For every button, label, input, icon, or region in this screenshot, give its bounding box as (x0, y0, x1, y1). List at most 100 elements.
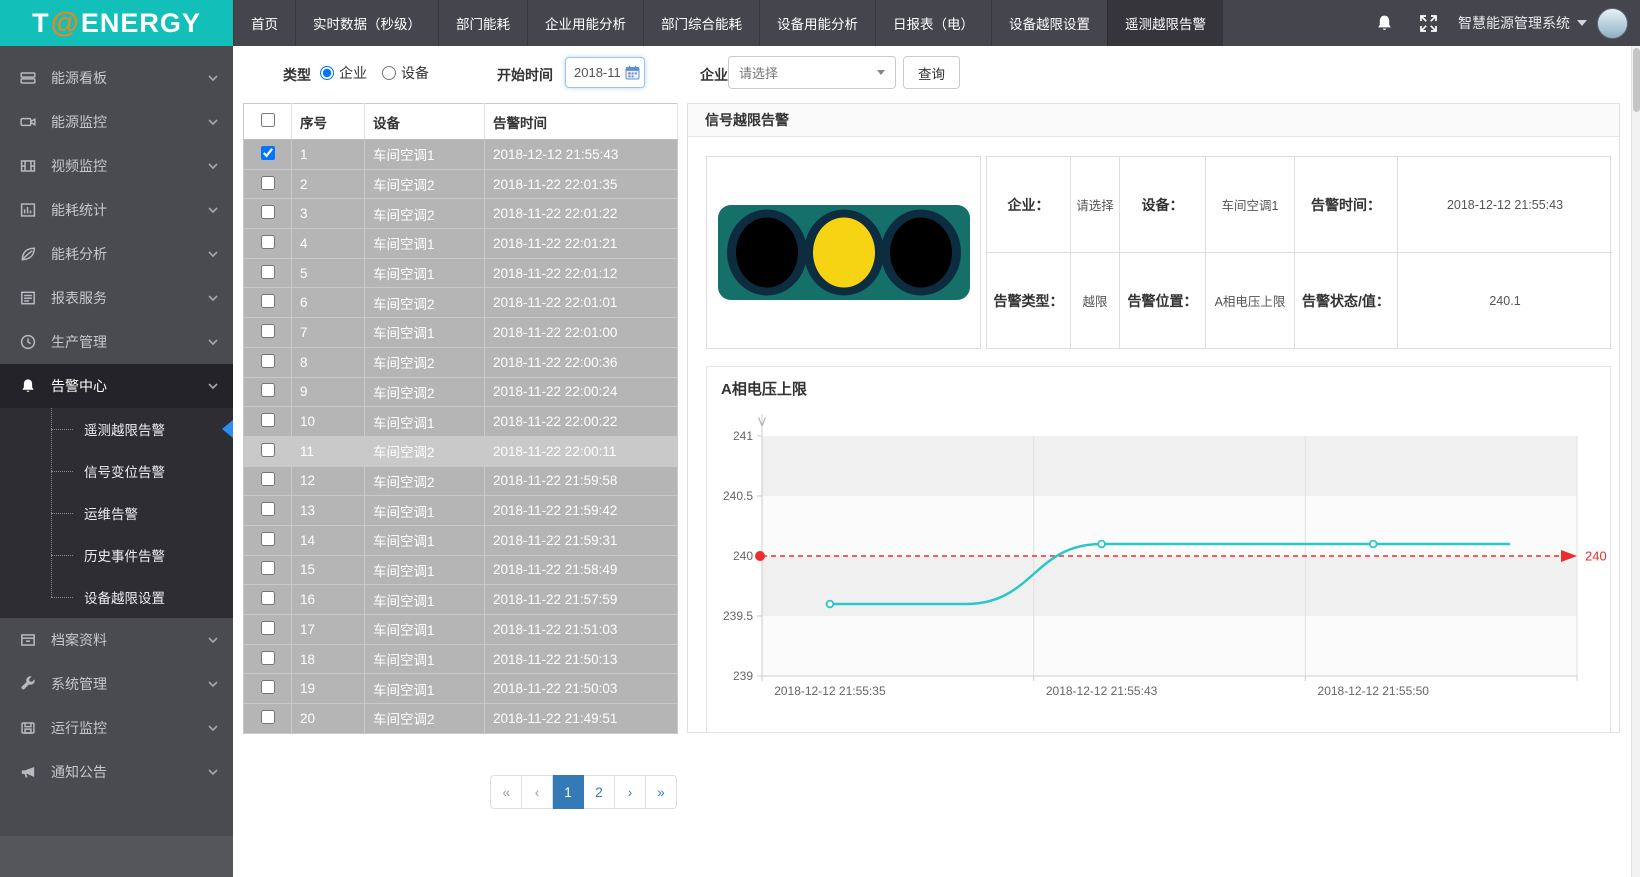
row-checkbox[interactable] (261, 561, 275, 575)
sidebar-item-production-mgmt[interactable]: 生产管理 (0, 320, 233, 364)
page-button-‹[interactable]: ‹ (522, 775, 553, 809)
table-row[interactable]: 9车间空调22018-11-22 22:00:24 (244, 377, 678, 407)
table-row[interactable]: 1车间空调12018-12-12 21:55:43 (244, 140, 678, 170)
system-name-menu[interactable]: 智慧能源管理系统 (1458, 13, 1587, 33)
radio-input[interactable] (382, 66, 396, 80)
nav-item-enterprise-energy-analysis[interactable]: 企业用能分析 (527, 0, 643, 46)
bell-icon (20, 378, 37, 395)
row-checkbox[interactable] (261, 413, 275, 427)
table-row[interactable]: 12车间空调22018-11-22 21:59:58 (244, 466, 678, 496)
page-button-1[interactable]: 1 (553, 775, 584, 809)
fullscreen-icon[interactable] (1406, 14, 1450, 33)
table-row[interactable]: 17车间空调12018-11-22 21:51:03 (244, 615, 678, 645)
row-checkbox[interactable] (261, 591, 275, 605)
row-checkbox[interactable] (261, 710, 275, 724)
sidebar-item-alarm-center[interactable]: 告警中心 (0, 364, 233, 408)
sidebar-subitem-ops-alarm[interactable]: 运维告警 (0, 492, 233, 534)
table-row[interactable]: 20车间空调22018-11-22 21:49:51 (244, 704, 678, 734)
sidebar-item-energy-monitor[interactable]: 能源监控 (0, 100, 233, 144)
nav-item-dept-comprehensive-energy[interactable]: 部门综合能耗 (643, 0, 759, 46)
sidebar-item-video-monitor[interactable]: 视频监控 (0, 144, 233, 188)
cell-no: 16 (292, 585, 365, 615)
sidebar-subitem-telemetry-over-limit-alarm[interactable]: 遥测越限告警 (0, 408, 233, 450)
table-row[interactable]: 14车间空调12018-11-22 21:59:31 (244, 525, 678, 555)
alarm-detail-panel: 信号越限告警 企业：请选择设备：车间空调1告警时间：2018-12-12 21:… (687, 103, 1620, 733)
table-row[interactable]: 15车间空调12018-11-22 21:58:49 (244, 555, 678, 585)
row-checkbox[interactable] (261, 443, 275, 457)
row-checkbox[interactable] (261, 294, 275, 308)
system-name: 智慧能源管理系统 (1458, 13, 1570, 33)
table-row[interactable]: 6车间空调22018-11-22 22:01:01 (244, 288, 678, 318)
table-row[interactable]: 13车间空调12018-11-22 21:59:42 (244, 496, 678, 526)
sidebar-item-runtime-monitor[interactable]: 运行监控 (0, 706, 233, 750)
row-checkbox[interactable] (261, 354, 275, 368)
row-checkbox[interactable] (261, 383, 275, 397)
row-checkbox[interactable] (261, 502, 275, 516)
table-row[interactable]: 19车间空调12018-11-22 21:50:03 (244, 674, 678, 704)
table-row[interactable]: 4车间空调12018-11-22 22:01:21 (244, 229, 678, 259)
svg-text:2018-12-12 21:55:43: 2018-12-12 21:55:43 (1046, 684, 1158, 698)
scrollbar-thumb[interactable] (1633, 48, 1640, 112)
page-button-2[interactable]: 2 (584, 775, 615, 809)
row-checkbox[interactable] (261, 651, 275, 665)
table-row[interactable]: 18车间空调12018-11-22 21:50:13 (244, 644, 678, 674)
brand-logo: T@ENERGY (0, 0, 233, 46)
nav-item-telemetry-over-limit-alarm[interactable]: 遥测越限告警 (1107, 0, 1223, 46)
active-item-arrow-icon (222, 420, 233, 438)
notification-bell-icon[interactable] (1362, 14, 1406, 33)
top-menu: 首页实时数据（秒级）部门能耗企业用能分析部门综合能耗设备用能分析日报表（电）设备… (233, 0, 1223, 46)
row-checkbox[interactable] (261, 205, 275, 219)
sidebar-item-energy-dashboard[interactable]: 能源看板 (0, 56, 233, 100)
page-button-›[interactable]: › (615, 775, 646, 809)
row-checkbox[interactable] (261, 621, 275, 635)
table-row[interactable]: 3车间空调22018-11-22 22:01:22 (244, 199, 678, 229)
sidebar-item-energy-stats[interactable]: 能耗统计 (0, 188, 233, 232)
calendar-icon[interactable] (625, 65, 640, 80)
sidebar-item-archives[interactable]: 档案资料 (0, 618, 233, 662)
row-checkbox[interactable] (261, 146, 275, 160)
select-all-checkbox[interactable] (261, 113, 275, 127)
row-checkbox[interactable] (261, 235, 275, 249)
type-radio-1[interactable]: 企业 (320, 63, 367, 83)
row-checkbox[interactable] (261, 532, 275, 546)
info-value: 请选择 (1071, 157, 1120, 253)
avatar[interactable] (1597, 8, 1628, 39)
sidebar-item-notice[interactable]: 通知公告 (0, 750, 233, 794)
query-button[interactable]: 查询 (903, 56, 960, 89)
table-row[interactable]: 2车间空调22018-11-22 22:01:35 (244, 169, 678, 199)
page-scrollbar[interactable] (1631, 46, 1640, 877)
sidebar-subitem-history-event-alarm[interactable]: 历史事件告警 (0, 534, 233, 576)
cell-no: 12 (292, 466, 365, 496)
type-radio-2[interactable]: 设备 (382, 63, 429, 83)
enterprise-select[interactable]: 请选择 (728, 56, 896, 89)
cell-no: 14 (292, 525, 365, 555)
table-row[interactable]: 7车间空调12018-11-22 22:01:00 (244, 318, 678, 348)
cell-no: 2 (292, 169, 365, 199)
nav-item-daily-report-electric[interactable]: 日报表（电） (875, 0, 991, 46)
sidebar-subitem-device-limit-setting[interactable]: 设备越限设置 (0, 576, 233, 618)
table-row[interactable]: 11车间空调22018-11-22 22:00:11 (244, 436, 678, 466)
row-checkbox[interactable] (261, 176, 275, 190)
nav-item-device-energy-analysis[interactable]: 设备用能分析 (759, 0, 875, 46)
sidebar-subitem-signal-change-alarm[interactable]: 信号变位告警 (0, 450, 233, 492)
row-checkbox[interactable] (261, 265, 275, 279)
row-checkbox[interactable] (261, 324, 275, 338)
sidebar-item-energy-analysis[interactable]: 能耗分析 (0, 232, 233, 276)
page-button-»[interactable]: » (646, 775, 677, 809)
nav-item-realtime-data[interactable]: 实时数据（秒级） (295, 0, 438, 46)
dashboard-icon (20, 70, 37, 87)
cell-no: 10 (292, 407, 365, 437)
row-checkbox[interactable] (261, 472, 275, 486)
nav-item-device-limit-setting[interactable]: 设备越限设置 (991, 0, 1107, 46)
sidebar-item-system-mgmt[interactable]: 系统管理 (0, 662, 233, 706)
radio-input[interactable] (320, 66, 334, 80)
table-row[interactable]: 10车间空调12018-11-22 22:00:22 (244, 407, 678, 437)
nav-item-dept-energy[interactable]: 部门能耗 (438, 0, 527, 46)
page-button-«[interactable]: « (490, 775, 522, 809)
table-row[interactable]: 16车间空调12018-11-22 21:57:59 (244, 585, 678, 615)
sidebar-item-report-service[interactable]: 报表服务 (0, 276, 233, 320)
table-row[interactable]: 5车间空调12018-11-22 22:01:12 (244, 258, 678, 288)
table-row[interactable]: 8车间空调22018-11-22 22:00:36 (244, 347, 678, 377)
nav-item-home[interactable]: 首页 (233, 0, 295, 46)
row-checkbox[interactable] (261, 680, 275, 694)
